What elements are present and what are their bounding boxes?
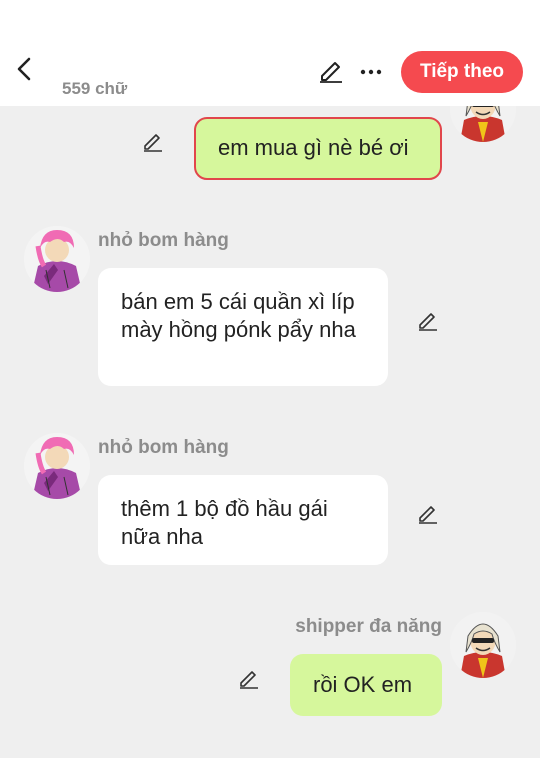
next-button[interactable]: Tiếp theo (401, 51, 523, 93)
edit-message-icon[interactable] (140, 128, 166, 154)
sender-name: nhỏ bom hàng (98, 437, 229, 458)
message-text: bán em 5 cái quần xì líp mày hồng pónk p… (121, 289, 356, 342)
word-count: 559 chữ (62, 79, 128, 98)
edit-message-icon[interactable] (415, 500, 441, 526)
avatar[interactable] (24, 226, 90, 292)
back-button[interactable] (10, 56, 38, 86)
avatar[interactable] (450, 612, 516, 678)
edit-message-icon[interactable] (236, 665, 262, 691)
edit-button[interactable] (315, 57, 347, 87)
more-button[interactable] (355, 57, 387, 87)
message-bubble[interactable]: em mua gì nè bé ơi (194, 117, 442, 180)
message-text: thêm 1 bộ đồ hầu gái nữa nha (121, 496, 328, 549)
bottom-divider (0, 758, 540, 765)
message-bubble[interactable]: thêm 1 bộ đồ hầu gái nữa nha (98, 475, 388, 565)
sender-name: shipper đa năng (295, 616, 442, 637)
message-bubble[interactable]: bán em 5 cái quần xì líp mày hồng pónk p… (98, 268, 388, 386)
chevron-left-icon (15, 56, 33, 87)
message-bubble[interactable]: rồi OK em (290, 654, 442, 716)
pencil-icon (317, 56, 345, 89)
top-bar: 559 chữ Tiếp theo (0, 0, 540, 106)
sender-name: nhỏ bom hàng (98, 230, 229, 251)
message-text: rồi OK em (313, 672, 413, 697)
message-text: em mua gì nè bé ơi (218, 135, 409, 160)
edit-message-icon[interactable] (415, 307, 441, 333)
avatar[interactable] (24, 433, 90, 499)
chat-area: em mua gì nè bé ơi nhỏ bom hàng bán em 5… (0, 0, 540, 765)
more-horizontal-icon (360, 63, 382, 81)
